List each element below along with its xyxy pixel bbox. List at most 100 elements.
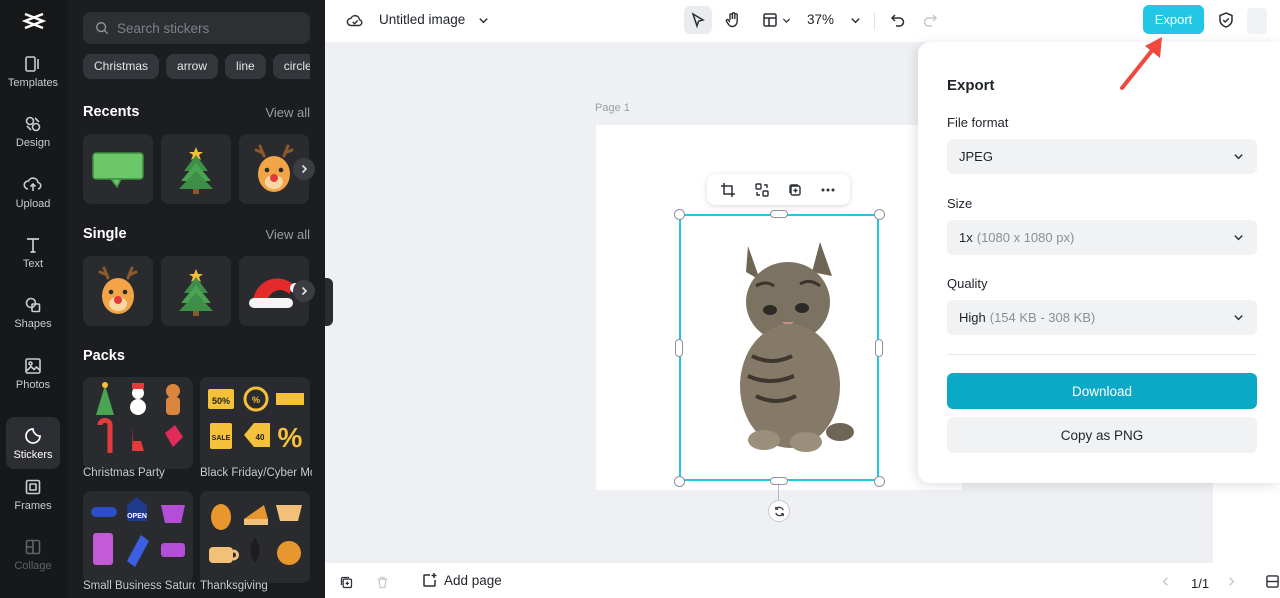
pack-tile-thanksgiving[interactable] <box>200 491 310 583</box>
select-tool-button[interactable] <box>684 6 712 34</box>
rail-item-text[interactable]: Text <box>6 226 60 278</box>
size-select[interactable]: 1x (1080 x 1080 px) <box>947 220 1257 255</box>
stickers-panel: Christmasarrowlinecircle Recents View al… <box>68 0 325 598</box>
sticker-tile-reindeer[interactable] <box>83 256 153 326</box>
resize-handle-sw[interactable] <box>674 476 685 487</box>
size-label: Size <box>947 196 973 211</box>
resize-handle-se[interactable] <box>874 476 885 487</box>
avatar[interactable] <box>1247 8 1267 34</box>
duplicate-page-button[interactable] <box>337 573 355 591</box>
duplicate-button[interactable] <box>784 179 806 201</box>
file-format-select[interactable]: JPEG <box>947 139 1257 174</box>
chip-arrow[interactable]: arrow <box>166 54 219 79</box>
copy-as-png-button[interactable]: Copy as PNG <box>947 417 1257 453</box>
christmas-party-pack-icon <box>96 382 183 453</box>
chevron-down-icon[interactable] <box>779 12 793 28</box>
zoom-level[interactable]: 37% <box>807 12 834 27</box>
chevron-down-icon[interactable] <box>475 12 491 28</box>
chip-circle[interactable]: circle <box>272 54 310 79</box>
rail-item-templates[interactable]: Templates <box>6 45 60 97</box>
search-box[interactable] <box>83 12 310 44</box>
recents-next-button[interactable] <box>293 158 315 180</box>
add-page-icon <box>423 573 437 587</box>
pack-tile-black-friday[interactable]: 50% % SALE 40 % <box>200 377 310 469</box>
single-title: Single <box>83 226 127 242</box>
photos-icon <box>25 357 41 374</box>
resize-handle-w[interactable] <box>675 339 683 357</box>
rotate-handle[interactable] <box>768 500 790 522</box>
rail-item-label: Design <box>15 136 51 149</box>
grid-view-button[interactable] <box>1265 573 1279 589</box>
search-input[interactable] <box>117 20 297 36</box>
next-page-button[interactable] <box>1223 573 1239 589</box>
selection-box <box>679 214 879 481</box>
rail-item-photos[interactable]: Photos <box>6 347 60 399</box>
chevron-down-icon[interactable] <box>847 12 863 28</box>
hand-icon <box>725 12 738 28</box>
svg-text:%: % <box>252 395 260 405</box>
shapes-icon <box>25 297 41 312</box>
single-next-button[interactable] <box>293 280 315 302</box>
page-label: Page 1 <box>595 102 630 114</box>
download-button[interactable]: Download <box>947 373 1257 409</box>
document-title[interactable]: Untitled image <box>379 12 465 27</box>
duplicate-page-icon <box>340 576 352 588</box>
single-view-all-link[interactable]: View all <box>265 227 310 242</box>
replace-button[interactable] <box>751 179 773 201</box>
left-rail: Templates Design Upload Text Shapes Phot… <box>0 0 68 598</box>
resize-handle-e[interactable] <box>875 339 883 357</box>
cloud-save-icon[interactable] <box>344 10 366 32</box>
add-page-button[interactable]: Add page <box>422 572 502 588</box>
rail-item-stickers[interactable]: Stickers <box>6 417 60 469</box>
capcut-logo-icon[interactable] <box>21 9 47 33</box>
undo-icon <box>890 14 905 27</box>
rail-item-label: Stickers <box>13 448 53 461</box>
recents-view-all-link[interactable]: View all <box>265 105 310 120</box>
export-button[interactable]: Export <box>1143 5 1204 34</box>
pack-tile-christmas-party[interactable] <box>83 377 193 469</box>
crop-button[interactable] <box>717 179 739 201</box>
more-options-button[interactable] <box>817 179 839 201</box>
file-format-value: JPEG <box>959 149 993 164</box>
resize-handle-ne[interactable] <box>874 209 885 220</box>
quality-select[interactable]: High (154 KB - 308 KB) <box>947 300 1257 335</box>
rail-item-label: Templates <box>7 76 59 89</box>
svg-text:50%: 50% <box>212 396 230 406</box>
undo-button[interactable] <box>885 7 911 33</box>
size-value: 1x <box>959 230 973 245</box>
chip-line[interactable]: line <box>225 54 266 79</box>
rail-item-shapes[interactable]: Shapes <box>6 286 60 338</box>
rail-item-upload[interactable]: Upload <box>6 166 60 218</box>
rail-item-collage[interactable]: Collage <box>6 528 60 580</box>
rail-item-frames[interactable]: Frames <box>6 468 60 520</box>
stickers-icon <box>25 427 41 444</box>
pack-tile-small-business[interactable]: OPEN <box>83 491 193 583</box>
hand-tool-button[interactable] <box>719 6 747 34</box>
rail-item-design[interactable]: Design <box>6 105 60 157</box>
file-format-label: File format <box>947 115 1009 130</box>
chevron-down-icon <box>1234 315 1243 321</box>
rail-item-label: Shapes <box>14 317 52 330</box>
redo-icon <box>923 14 938 27</box>
resize-handle-s[interactable] <box>770 477 788 485</box>
rail-item-label: Upload <box>15 197 51 210</box>
rotate-connector <box>778 483 779 500</box>
more-icon <box>821 188 835 192</box>
panel-collapse-handle[interactable] <box>325 278 333 326</box>
resize-handle-nw[interactable] <box>674 209 685 220</box>
prev-page-button[interactable] <box>1157 573 1173 589</box>
svg-text:%: % <box>278 422 303 453</box>
redo-button[interactable] <box>917 7 943 33</box>
rail-item-label: Collage <box>14 559 52 572</box>
resize-handle-n[interactable] <box>770 210 788 218</box>
sticker-tile-tree[interactable] <box>161 256 231 326</box>
cursor-icon <box>691 12 705 29</box>
element-floating-toolbar <box>707 174 850 205</box>
chip-christmas[interactable]: Christmas <box>83 54 160 79</box>
rotate-icon <box>774 506 784 516</box>
shield-button[interactable] <box>1213 7 1239 33</box>
thanksgiving-pack-icon <box>209 504 302 565</box>
sticker-tile-speech-bubble[interactable] <box>83 134 153 204</box>
delete-page-button[interactable] <box>373 573 391 591</box>
sticker-tile-tree[interactable] <box>161 134 231 204</box>
